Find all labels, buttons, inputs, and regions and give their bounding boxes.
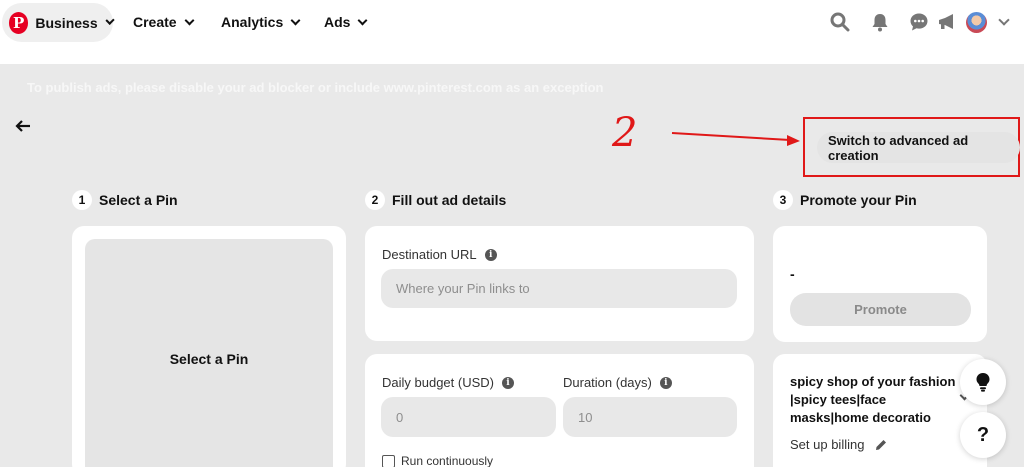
select-pin-label: Select a Pin — [169, 351, 249, 367]
duration-input[interactable]: 10 — [563, 397, 737, 437]
promote-card: - Promote — [773, 226, 987, 342]
analytics-label: Analytics — [221, 14, 284, 30]
select-pin-card: Select a Pin — [72, 226, 346, 467]
bell-icon[interactable] — [870, 12, 890, 32]
help-button[interactable]: ? — [960, 412, 1006, 458]
step-label: Promote your Pin — [800, 192, 917, 208]
billing-label: Set up billing — [790, 437, 865, 452]
info-icon[interactable]: i — [659, 376, 672, 389]
run-continuously-checkbox[interactable]: Run continuously — [382, 454, 493, 467]
switch-advanced-button[interactable]: Switch to advanced ad creation — [817, 132, 1020, 163]
info-icon[interactable]: i — [502, 376, 514, 389]
chevron-down-icon[interactable] — [998, 14, 1010, 26]
search-icon[interactable] — [830, 12, 850, 32]
annotation-number: 2 — [611, 110, 637, 156]
megaphone-icon[interactable] — [937, 12, 957, 32]
step-select-pin: 1 Select a Pin — [72, 190, 178, 210]
daily-budget-input[interactable]: 0 — [381, 397, 556, 437]
ideas-button[interactable] — [960, 359, 1006, 405]
duration-label: Duration (days) — [563, 375, 652, 390]
pencil-icon — [876, 439, 887, 450]
ad-blocker-banner: To publish ads, please disable your ad b… — [27, 80, 604, 95]
analytics-menu[interactable]: Analytics — [221, 14, 301, 30]
destination-label-row: Destination URL i — [382, 247, 497, 262]
step-number: 2 — [365, 190, 385, 210]
step-label: Select a Pin — [99, 192, 178, 208]
budget-card: Daily budget (USD) i 0 Duration (days) i… — [365, 354, 754, 467]
select-pin-area[interactable]: Select a Pin — [85, 239, 333, 467]
run-continuously-label: Run continuously — [401, 454, 494, 467]
set-up-billing-link[interactable]: Set up billing — [790, 437, 888, 452]
daily-budget-label: Daily budget (USD) — [382, 375, 494, 390]
ads-label: Ads — [324, 14, 351, 30]
avatar[interactable] — [966, 12, 987, 33]
daily-budget-label-row: Daily budget (USD) i — [382, 375, 514, 390]
create-label: Create — [133, 14, 177, 30]
chevron-down-icon — [105, 15, 115, 26]
destination-card: Destination URL i Where your Pin links t… — [365, 226, 754, 341]
step-promote: 3 Promote your Pin — [773, 190, 917, 210]
destination-label: Destination URL — [382, 247, 477, 262]
business-menu-button[interactable]: P Business — [2, 3, 115, 42]
create-menu[interactable]: Create — [133, 14, 195, 30]
step-number: 3 — [773, 190, 793, 210]
checkbox-box[interactable] — [382, 454, 395, 467]
promote-button[interactable]: Promote — [790, 293, 971, 326]
step-number: 1 — [72, 190, 92, 210]
lightbulb-icon — [976, 373, 990, 392]
account-name: spicy shop of your fashion |spicy tees|f… — [790, 374, 956, 425]
duration-label-row: Duration (days) i — [563, 375, 672, 390]
chevron-down-icon — [184, 15, 195, 25]
ads-menu[interactable]: Ads — [324, 14, 368, 30]
info-icon[interactable]: i — [484, 248, 497, 261]
account-card: spicy shop of your fashion |spicy tees|f… — [773, 354, 987, 467]
pinterest-logo[interactable]: P — [9, 11, 29, 34]
chevron-down-icon — [358, 15, 368, 25]
promote-summary-value: - — [790, 266, 795, 282]
step-label: Fill out ad details — [392, 192, 507, 208]
top-navigation: P Business Create Analytics Ads — [0, 0, 1024, 64]
back-arrow-icon[interactable] — [14, 117, 32, 135]
chevron-down-icon — [290, 15, 301, 25]
step-ad-details: 2 Fill out ad details — [365, 190, 506, 210]
business-label: Business — [35, 14, 98, 31]
messages-icon[interactable] — [909, 12, 929, 32]
destination-url-input[interactable]: Where your Pin links to — [381, 269, 737, 308]
